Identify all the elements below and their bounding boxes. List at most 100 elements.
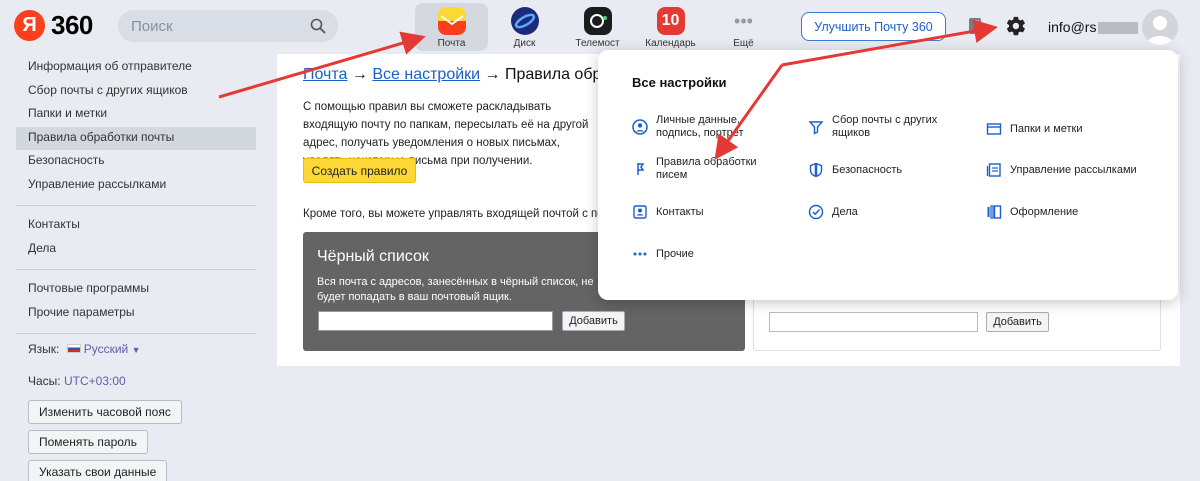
more-dots-icon: ••• [734, 10, 753, 31]
sidebar-item-todo[interactable]: Дела [16, 238, 256, 262]
more-dots-icon [633, 252, 647, 256]
enter-your-data-button[interactable]: Указать свои данные [28, 460, 168, 481]
also-manage-text: Кроме того, вы можете управлять входящей… [303, 208, 604, 220]
sidebar-divider [16, 205, 256, 206]
account-email-text: info@rs [1048, 19, 1097, 35]
popup-item-personal-data[interactable]: Личные данные, подпись, портрет [632, 114, 782, 140]
sidebar-divider [16, 333, 256, 334]
popup-item-other[interactable]: Прочие [632, 246, 782, 262]
popup-item-mail-rules[interactable]: Правила обработки писем [632, 156, 782, 182]
funnel-icon [808, 121, 824, 135]
folder-icon [986, 123, 1002, 135]
service-telemost[interactable]: Телемост [561, 3, 634, 51]
yandex-360-logo[interactable]: Я 360 [14, 10, 93, 41]
popup-item-folders[interactable]: Папки и метки [986, 121, 1156, 137]
popup-item-collect-mail[interactable]: Сбор почты с других ящиков [808, 114, 958, 140]
newsletter-icon [986, 163, 1001, 177]
service-disk-label: Диск [513, 38, 536, 49]
popup-item-contacts[interactable]: Контакты [632, 204, 782, 220]
breadcrumb-arrow: → [351, 66, 368, 83]
popup-item-label: Папки и метки [1010, 122, 1083, 135]
popup-item-label: Управление рассылками [1010, 163, 1137, 176]
change-password-button[interactable]: Поменять пароль [28, 430, 148, 454]
calendar-badge: 10 [661, 12, 680, 29]
telemost-camera-icon [583, 7, 612, 35]
search-box [118, 10, 338, 42]
popup-item-label: Безопасность [832, 163, 903, 176]
breadcrumb-all-settings-link[interactable]: Все настройки [372, 66, 480, 83]
service-more[interactable]: ••• Ещё [707, 3, 780, 51]
calendar-icon: 10 [656, 7, 685, 35]
popup-title: Все настройки [632, 75, 727, 90]
sidebar-item-mail-clients[interactable]: Почтовые программы [16, 278, 256, 302]
check-circle-icon [808, 204, 824, 220]
service-calendar[interactable]: 10 Календарь [634, 3, 707, 51]
account-email[interactable]: info@rs [1048, 19, 1139, 35]
top-header: Я 360 Почта Диск Телемост [0, 0, 1200, 54]
sidebar-item-other-params[interactable]: Прочие параметры [16, 302, 256, 326]
breadcrumb-current-page: Правила обра [505, 66, 611, 83]
language-label: Язык: [28, 342, 60, 356]
mail-envelope-icon [437, 7, 466, 35]
popup-item-label: Сбор почты с других ящиков [832, 114, 938, 139]
logo-text: 360 [51, 10, 93, 40]
sidebar-item-folders[interactable]: Папки и метки [16, 103, 256, 127]
breadcrumb: Почта → Все настройки → Правила обра [303, 66, 610, 84]
sidebar-item-security[interactable]: Безопасность [16, 150, 256, 174]
popup-item-label: Контакты [656, 205, 704, 218]
sidebar-item-sender-info[interactable]: Информация об отправителе [16, 56, 256, 80]
service-more-label: Ещё [733, 38, 754, 49]
dropdown-arrow-icon: ▼ [131, 345, 141, 355]
side-panel-icon[interactable] [968, 17, 982, 35]
popup-item-label: Оформление [1010, 205, 1079, 218]
settings-gear-icon[interactable] [1005, 15, 1027, 37]
sidebar-item-newsletters[interactable]: Управление рассылками [16, 174, 256, 198]
russia-flag-icon [66, 344, 81, 354]
user-avatar-icon [1146, 16, 1174, 45]
popup-item-todo[interactable]: Дела [808, 204, 958, 220]
service-telemost-label: Телемост [575, 38, 620, 49]
blacklist-description: Вся почта с адресов, занесённых в чёрный… [317, 276, 594, 303]
sidebar-item-collect-mail[interactable]: Сбор почты с других ящиков [16, 80, 256, 104]
change-timezone-button[interactable]: Изменить часовой пояс [28, 400, 182, 424]
popup-item-theme[interactable]: Оформление [986, 204, 1156, 220]
yandex-logo-icon: Я [14, 10, 45, 41]
popup-item-security[interactable]: Безопасность [808, 162, 958, 178]
sidebar-divider [16, 269, 256, 270]
breadcrumb-mail-link[interactable]: Почта [303, 66, 347, 83]
search-icon[interactable] [310, 18, 326, 34]
language-select[interactable]: Русский ▼ [84, 342, 141, 356]
sidebar-item-contacts[interactable]: Контакты [16, 214, 256, 238]
all-settings-popup: Все настройки Личные данные, подпись, по… [598, 50, 1178, 300]
popup-item-newsletters[interactable]: Управление рассылками [986, 162, 1156, 178]
upgrade-mail-button[interactable]: Улучшить Почту 360 [801, 12, 946, 41]
language-value: Русский [83, 342, 129, 356]
timezone-value[interactable]: UTC+03:00 [64, 374, 126, 388]
rules-icon [637, 163, 645, 175]
blacklist-add-button[interactable]: Добавить [562, 311, 625, 331]
blacklist-title: Чёрный список [317, 248, 429, 265]
timezone-setting: Часы: UTC+03:00 [16, 374, 256, 388]
sidebar-item-mail-rules[interactable]: Правила обработки почты [16, 126, 256, 150]
shield-icon [809, 162, 823, 178]
search-input[interactable] [118, 10, 298, 42]
popup-item-label: Личные данные, подпись, портрет [656, 114, 744, 139]
blacklist-address-input[interactable] [318, 311, 553, 331]
create-rule-button[interactable]: Создать правило [303, 158, 416, 183]
service-mail-label: Почта [437, 38, 466, 49]
redacted-email-part [1098, 22, 1139, 35]
whitelist-add-button[interactable]: Добавить [986, 312, 1049, 332]
popup-item-label: Правила обработки писем [656, 156, 757, 181]
settings-sidebar: Информация об отправителе Сбор почты с д… [16, 56, 256, 481]
service-calendar-label: Календарь [645, 38, 696, 49]
user-circle-icon [632, 119, 648, 135]
service-disk[interactable]: Диск [488, 3, 561, 51]
timezone-label: Часы: [28, 374, 61, 388]
popup-item-label: Дела [832, 205, 858, 218]
breadcrumb-arrow: → [484, 66, 501, 83]
language-setting: Язык: Русский ▼ [16, 342, 256, 356]
theme-icon [987, 205, 1002, 219]
whitelist-address-input[interactable] [769, 312, 978, 332]
avatar[interactable] [1142, 9, 1178, 45]
service-mail[interactable]: Почта [415, 3, 488, 51]
